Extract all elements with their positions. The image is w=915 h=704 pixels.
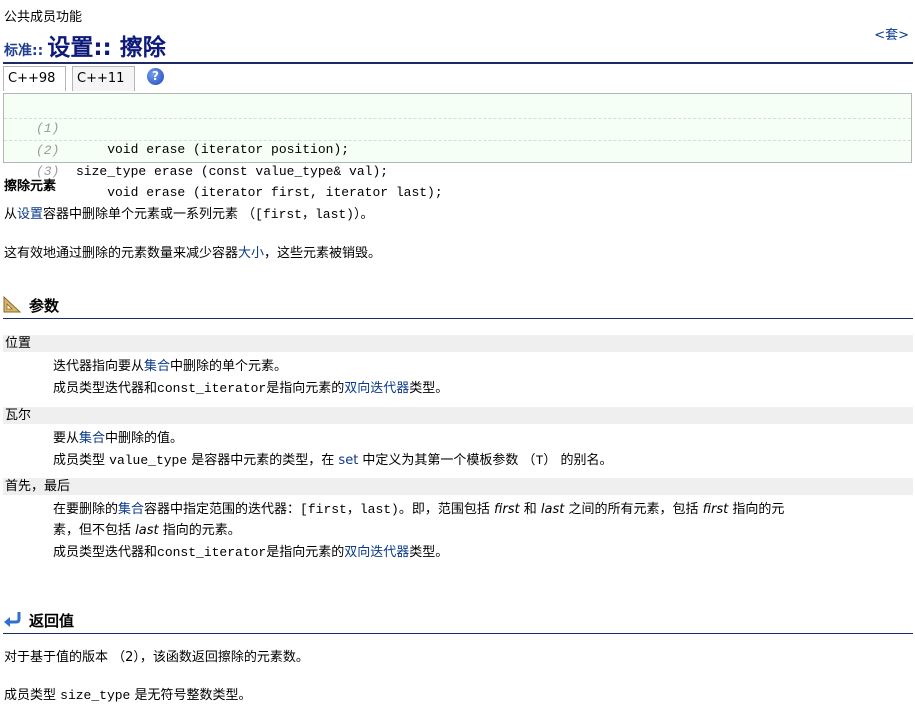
- set-link[interactable]: 集合: [144, 359, 170, 374]
- declaration-row: (1) void erase (iterator position);: [4, 97, 911, 157]
- parameters-heading: 参数: [3, 294, 913, 319]
- set-link[interactable]: set: [338, 453, 358, 468]
- param-desc-line: 成员类型迭代器和const_iterator是指向元素的双向迭代器类型。: [53, 377, 448, 396]
- code-size-type: size_type: [60, 688, 131, 703]
- parameters-heading-text: 参数: [29, 297, 60, 315]
- return-paragraph-2: 成员类型 size_type 是无符号整数类型。: [4, 684, 252, 703]
- text: 是指向元素的: [266, 381, 345, 396]
- text: 在要删除的: [53, 502, 119, 517]
- return-paragraph-1: 对于基于值的版本 （2），该函数返回擦除的元素数。: [4, 650, 309, 665]
- declaration-row: (3) void erase (iterator first, iterator…: [4, 140, 911, 200]
- param-name-position: 位置: [3, 335, 913, 352]
- param-name-first-last: 首先，最后: [3, 478, 913, 495]
- param-desc-line: 要从集合中删除的值。: [53, 427, 183, 446]
- text: 要从: [53, 431, 80, 446]
- declaration-code: void erase (iterator first, iterator las…: [76, 185, 443, 200]
- text: 成员类型迭代器和: [53, 381, 158, 396]
- code-range: [first，last): [300, 502, 399, 517]
- tab-cpp98[interactable]: C++98: [3, 66, 66, 91]
- text: 指向的元素。: [158, 523, 241, 538]
- text: 从: [4, 207, 18, 222]
- param-desc-line: 素，但不包括 last 指向的元素。: [53, 519, 241, 538]
- declaration-row: (2) size_type erase (const value_type& v…: [4, 118, 911, 179]
- text: ） 的别名。: [543, 453, 613, 468]
- text: 成员类型: [4, 688, 61, 703]
- help-icon[interactable]: ?: [147, 68, 164, 85]
- text: 中定义为其第一个模板参数 （: [358, 453, 536, 468]
- code-const-iterator: const_iterator: [157, 545, 267, 560]
- text: 容器中删除单个元素或一系列元素 （: [43, 207, 256, 222]
- text: 是无符号整数类型。: [130, 688, 252, 703]
- set-link[interactable]: 设置: [17, 207, 43, 222]
- param-desc-line: 成员类型 value_type 是容器中元素的类型，在 set 中定义为其第一个…: [53, 449, 613, 468]
- declarations-box: (1) void erase (iterator position); (2) …: [3, 93, 912, 200]
- text: ，这些元素被销毁。: [264, 246, 382, 261]
- text: 迭代器指向要从: [53, 359, 145, 374]
- italic-first: first: [494, 502, 520, 517]
- text: 素，但不包括: [53, 523, 136, 538]
- text: 是容器中元素的类型，在: [187, 453, 339, 468]
- namespace-prefix: 标准::: [4, 43, 44, 59]
- text: 类型。: [409, 545, 449, 560]
- page-title: 标准:: 设置:: 擦除: [4, 28, 166, 62]
- text: ）。: [354, 207, 374, 222]
- tab-cpp11[interactable]: C++11: [72, 66, 135, 91]
- text: 和: [519, 502, 541, 517]
- italic-first: first: [702, 502, 729, 517]
- page-title-text: 设置:: 擦除: [47, 35, 166, 61]
- param-name-val: 瓦尔: [3, 407, 913, 424]
- return-value-heading: 返回值: [3, 609, 913, 634]
- text: 中删除的值。: [105, 431, 184, 446]
- section-title: 擦除元素: [4, 179, 57, 194]
- code-value-type: value_type: [109, 453, 188, 468]
- declaration-code: size_type erase (const value_type& val);: [76, 164, 389, 179]
- size-link[interactable]: 大小: [238, 246, 264, 261]
- code-range: [first，last): [255, 207, 354, 222]
- intro-paragraph-1: 从设置容器中删除单个元素或一系列元素 （[first，last)）。: [4, 203, 374, 222]
- set-header-link[interactable]: <套>: [874, 24, 909, 43]
- title-divider: [3, 62, 913, 64]
- text: 成员类型: [53, 453, 110, 468]
- set-link[interactable]: 集合: [79, 431, 105, 446]
- set-link[interactable]: 集合: [118, 502, 144, 517]
- return-arrow-icon: [4, 612, 21, 627]
- param-desc-line: 迭代器指向要从集合中删除的单个元素。: [53, 355, 287, 374]
- text: 中删除的单个元素。: [170, 359, 288, 374]
- bidirectional-iterator-link[interactable]: 双向迭代器: [344, 545, 409, 560]
- italic-last: last: [540, 502, 565, 517]
- text: 指向的元: [728, 502, 785, 517]
- text: 这有效地通过删除的元素数量来减少容器: [4, 246, 239, 261]
- text: 之间的所有元素，包括: [564, 502, 703, 517]
- bidirectional-iterator-link[interactable]: 双向迭代器: [344, 381, 409, 396]
- text: 是指向元素的: [266, 545, 345, 560]
- text: 成员类型迭代器和: [53, 545, 158, 560]
- text: 容器中指定范围的迭代器：: [144, 502, 301, 517]
- text: 类型。: [409, 381, 449, 396]
- text: 。即，范围包括: [398, 502, 495, 517]
- ruler-icon: [3, 295, 22, 313]
- param-desc-line: 在要删除的集合容器中指定范围的迭代器：[first，last)。即，范围包括 f…: [53, 498, 784, 517]
- param-desc-line: 成员类型迭代器和const_iterator是指向元素的双向迭代器类型。: [53, 541, 448, 560]
- intro-paragraph-2: 这有效地通过删除的元素数量来减少容器大小，这些元素被销毁。: [4, 242, 381, 261]
- code-const-iterator: const_iterator: [157, 381, 267, 396]
- member-type-label: 公共成员功能: [4, 10, 83, 25]
- italic-last: last: [135, 523, 159, 538]
- return-value-heading-text: 返回值: [29, 612, 75, 630]
